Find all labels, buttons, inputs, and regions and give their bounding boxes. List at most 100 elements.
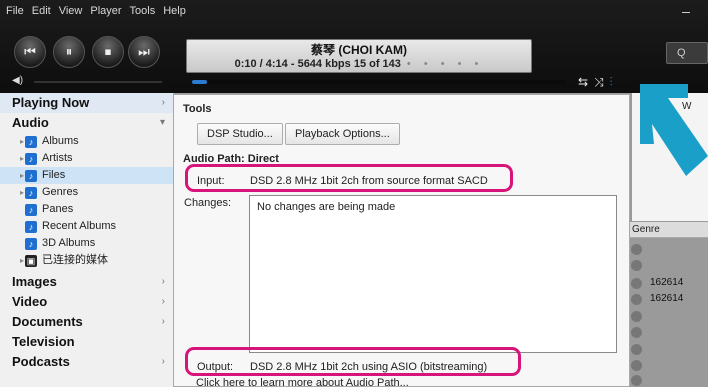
sidebar-item-playing-now[interactable]: Playing Now › [0,93,173,113]
changes-label: Changes: [184,197,232,209]
arrow-icon [640,84,708,176]
sidebar-item-label: Images [12,274,57,289]
player-header: File Edit View Player Tools Help ⏮ ⏸ ⏹ ⏭… [0,0,708,93]
output-highlight-box [185,347,521,376]
next-button[interactable]: ⏭ [128,36,160,68]
chevron-right-icon: › [161,97,165,108]
sidebar-item-audio[interactable]: Audio ▾ [0,113,173,133]
dsp-studio-button[interactable]: DSP Studio... [197,123,283,145]
menu-edit[interactable]: Edit [32,5,51,17]
sidebar-item-video[interactable]: Video › [0,292,173,312]
expand-icon[interactable]: ▸ [20,167,24,184]
sidebar-item-artists[interactable]: ▸ ♪ Artists [0,150,173,167]
play-icon[interactable] [631,294,642,305]
play-icon[interactable] [631,278,642,289]
changes-value: No changes are being made [257,201,396,213]
play-icon[interactable] [631,244,642,255]
sidebar-item-label: Documents [12,314,83,329]
stop-button[interactable]: ⏹ [92,36,124,68]
menu-file[interactable]: File [6,5,24,17]
now-playing-artist: 蔡琴 (CHOI KAM) [311,43,407,57]
stop-icon: ⏹ [104,44,112,59]
sidebar-item-label: Genres [42,186,79,198]
sidebar-item-albums[interactable]: ▸ ♪ Albums [0,133,173,150]
menu-help[interactable]: Help [163,5,186,17]
menu-tools[interactable]: Tools [130,5,156,17]
sidebar-item-label: Audio [12,115,49,130]
pause-button[interactable]: ⏸ [53,36,85,68]
genre-column-header[interactable]: Genre [628,222,708,238]
play-icon[interactable] [631,327,642,338]
seek-bar[interactable] [192,80,566,84]
sidebar-item-label: Artists [42,152,73,164]
music-note-icon: ♪ [25,221,37,233]
playback-options-button[interactable]: Playback Options... [285,123,400,145]
sidebar-item-documents[interactable]: Documents › [0,312,173,332]
music-note-icon: ♪ [25,238,37,250]
sidebar-item-recent-albums[interactable]: ♪ Recent Albums [0,218,173,235]
expand-icon[interactable]: ▸ [20,252,24,269]
expand-icon[interactable]: ▸ [20,184,24,201]
tools-dialog: Tools DSP Studio... Playback Options... … [173,94,630,387]
chevron-right-icon: › [161,316,165,327]
sidebar-item-label: Panes [42,203,74,215]
sidebar-item-panes[interactable]: ♪ Panes [0,201,173,218]
expand-icon[interactable]: ▸ [20,133,24,150]
volume-slider[interactable]: ◀) [12,75,162,86]
chevron-right-icon: › [161,276,165,287]
music-note-icon: ♪ [25,187,37,199]
sidebar-item-label: Albums [42,135,79,147]
seek-bar-fill [192,80,207,84]
sidebar-item-connected-media[interactable]: ▸ ▣ 已连接的媒体 [0,252,173,269]
sidebar-item-label: Playing Now [12,95,90,110]
sidebar-item-files[interactable]: ▸ ♪ Files [0,167,173,184]
input-highlight-box [185,164,513,192]
device-icon: ▣ [25,255,37,267]
menu-player[interactable]: Player [90,5,121,17]
sidebar-item-label: 已连接的媒体 [42,254,108,266]
menu-bar: File Edit View Player Tools Help [0,0,708,22]
sidebar-item-label: Files [42,169,66,181]
previous-button[interactable]: ⏮ [14,36,46,68]
next-icon: ⏭ [138,44,150,59]
minimize-button[interactable] [682,12,690,13]
equalizer-icon[interactable]: ⫶ [610,75,613,89]
chevron-right-icon: › [161,356,165,367]
play-icon[interactable] [631,260,642,271]
sidebar-item-images[interactable]: Images › [0,272,173,292]
sidebar-item-3d-albums[interactable]: ♪ 3D Albums [0,235,173,252]
track-time-info: 0:10 / 4:14 - 5644 kbps 15 of 143 [234,58,401,70]
sidebar-item-podcasts[interactable]: Podcasts › [0,352,173,372]
music-note-icon: ♪ [25,170,37,182]
table-cell: 162614 [650,293,684,304]
sidebar-item-label: Podcasts [12,354,70,369]
play-icon[interactable] [631,360,642,371]
sidebar-item-television[interactable]: Television [0,332,173,352]
chevron-down-icon: ▾ [159,117,165,128]
now-playing-info: 0:10 / 4:14 - 5644 kbps 15 of 143 • • • •… [187,58,531,70]
menu-view[interactable]: View [59,5,83,17]
sidebar-item-genres[interactable]: ▸ ♪ Genres [0,184,173,201]
rating-dots[interactable]: • • • • • [407,58,483,70]
sidebar-item-label: Television [12,334,75,349]
playback-controls: ⇆ ⤨ ⫶ [578,75,619,90]
play-icon[interactable] [631,344,642,355]
sidebar-item-label: Recent Albums [42,220,116,232]
sidebar: Playing Now › Audio ▾ ▸ ♪ Albums ▸ ♪ Artists ▸… [0,93,174,387]
dialog-title: Tools [183,103,212,115]
chevron-right-icon: › [161,296,165,307]
sidebar-item-label: Video [12,294,48,309]
play-icon[interactable] [631,311,642,322]
repeat-icon[interactable]: ⇆ [578,75,588,89]
search-icon: Q [677,47,686,59]
now-playing-display: 蔡琴 (CHOI KAM) 0:10 / 4:14 - 5644 kbps 15… [186,39,532,73]
learn-more-link[interactable]: Click here to learn more about Audio Pat… [196,377,409,387]
previous-icon: ⏮ [24,44,36,59]
play-icon[interactable] [631,375,642,386]
volume-track[interactable] [34,81,162,83]
changes-box[interactable]: No changes are being made [249,195,617,353]
expand-icon[interactable]: ▸ [20,150,24,167]
music-note-icon: ♪ [25,136,37,148]
search-input[interactable]: Q [666,42,708,64]
shuffle-icon[interactable]: ⤨ [594,75,604,89]
